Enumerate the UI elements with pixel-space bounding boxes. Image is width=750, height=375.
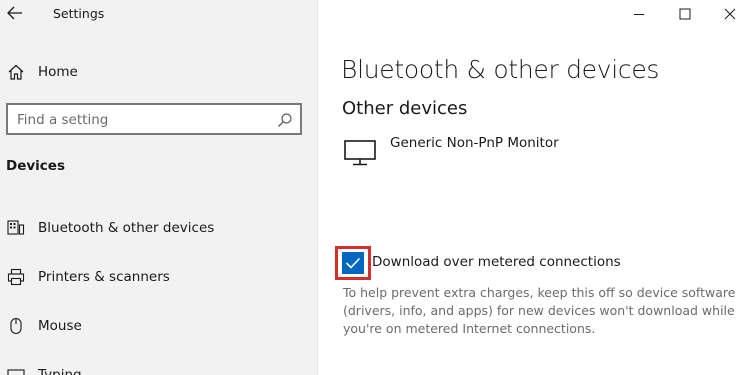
back-arrow-icon — [7, 6, 22, 20]
sidebar-item-label: Printers & scanners — [38, 269, 170, 285]
home-icon — [6, 62, 26, 82]
back-button[interactable] — [4, 2, 26, 24]
search-input[interactable] — [17, 110, 267, 130]
monitor-icon — [344, 140, 376, 166]
bluetooth-devices-icon — [6, 218, 26, 238]
maximize-icon — [679, 8, 691, 20]
sidebar-item-home[interactable]: Home — [0, 57, 317, 87]
printer-icon — [6, 267, 26, 287]
close-icon — [724, 8, 736, 20]
sidebar-item-typing[interactable]: Typing — [0, 360, 317, 375]
metered-help-text: To help prevent extra charges, keep this… — [343, 285, 736, 336]
sidebar-item-label: Bluetooth & other devices — [38, 220, 215, 236]
keyboard-icon — [6, 365, 26, 375]
sidebar: Settings Home Devices Bluetooth — [0, 0, 318, 375]
section-header-devices: Devices — [6, 158, 65, 174]
sidebar-item-label: Home — [38, 64, 78, 80]
close-button[interactable] — [713, 0, 747, 28]
app-title: Settings — [53, 6, 105, 21]
minimize-icon — [634, 14, 644, 15]
search-icon[interactable] — [277, 112, 293, 128]
checkmark-icon — [345, 257, 361, 269]
device-name[interactable]: Generic Non-PnP Monitor — [390, 135, 559, 151]
page-title: Bluetooth & other devices — [341, 55, 660, 84]
search-box[interactable] — [6, 103, 302, 135]
main-content: Bluetooth & other devices Other devices … — [318, 0, 750, 375]
sidebar-item-bluetooth[interactable]: Bluetooth & other devices — [0, 213, 317, 243]
sidebar-item-label: Typing — [38, 367, 82, 375]
metered-download-checkbox[interactable] — [342, 252, 364, 274]
maximize-button[interactable] — [668, 0, 702, 28]
minimize-button[interactable] — [622, 0, 656, 28]
sidebar-item-label: Mouse — [38, 318, 82, 334]
metered-download-label[interactable]: Download over metered connections — [372, 254, 621, 270]
section-title-other-devices: Other devices — [342, 98, 468, 119]
mouse-icon — [6, 316, 26, 336]
sidebar-item-printers[interactable]: Printers & scanners — [0, 262, 317, 292]
highlight-box — [335, 246, 371, 280]
sidebar-item-mouse[interactable]: Mouse — [0, 311, 317, 341]
